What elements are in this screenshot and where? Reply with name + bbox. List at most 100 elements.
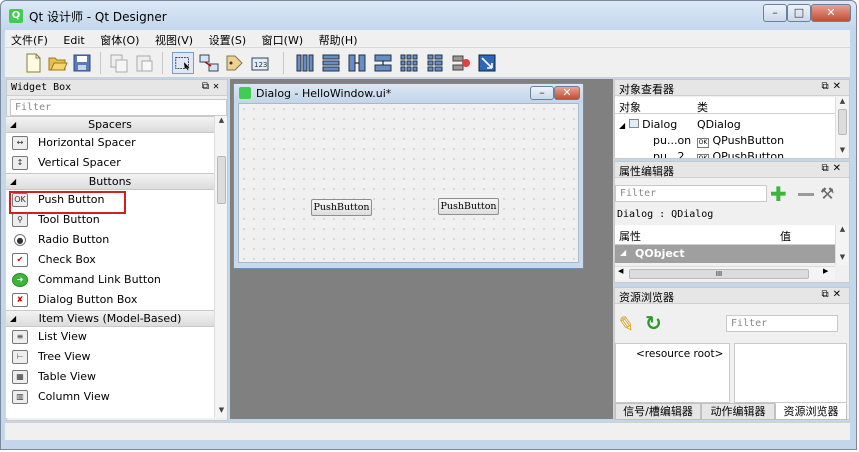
menu-help[interactable]: 帮助(H) — [313, 30, 364, 48]
widget-list-scrollbar[interactable]: ▲ ▼ — [214, 116, 227, 418]
widget-label: Command Link Button — [38, 273, 161, 286]
adjust-size-icon[interactable] — [476, 52, 498, 74]
paste-icon[interactable] — [133, 52, 155, 74]
form-close-button[interactable]: ✕ — [554, 86, 580, 100]
resource-browser-title-text: 资源浏览器 — [619, 291, 674, 304]
column-header-value[interactable]: 值 — [780, 228, 791, 244]
maximize-button[interactable]: □ — [787, 4, 811, 22]
resource-tree: <resource root> — [615, 343, 730, 403]
new-file-icon[interactable] — [22, 52, 44, 74]
widget-label: Vertical Spacer — [38, 156, 121, 169]
vertical-spacer-icon: ↕ — [12, 156, 28, 170]
layout-vertical-icon[interactable] — [320, 52, 342, 74]
menu-window[interactable]: 窗口(W) — [256, 30, 309, 48]
object-name[interactable]: pu...on — [653, 134, 691, 147]
tab-resource-browser[interactable]: 资源浏览器 — [775, 403, 847, 420]
edit-buddies-icon[interactable] — [224, 52, 246, 74]
dock-float-close-buttons[interactable]: ⧉✕ — [821, 81, 845, 92]
widget-column-view[interactable]: ▥ Column View — [6, 387, 214, 407]
toolbar-separator — [100, 52, 101, 74]
scrollbar-thumb[interactable] — [217, 156, 226, 204]
widget-dialog-button-box[interactable]: ✘ Dialog Button Box — [6, 290, 214, 310]
layout-horizontal-icon[interactable] — [294, 52, 316, 74]
resource-filter-input[interactable]: Filter — [726, 315, 838, 332]
layout-grid-icon[interactable] — [398, 52, 420, 74]
scroll-down-arrow-icon[interactable]: ▼ — [836, 146, 849, 154]
category-spacers[interactable]: ◢ Spacers — [6, 116, 214, 133]
scrollbar-thumb[interactable]: III — [629, 269, 809, 279]
resource-root-item[interactable]: <resource root> — [636, 348, 723, 360]
menu-edit[interactable]: Edit — [57, 32, 90, 47]
dock-float-close-buttons[interactable]: ⧉✕ — [821, 289, 845, 300]
column-header-object[interactable]: 对象 — [619, 99, 641, 115]
break-layout-icon[interactable] — [450, 52, 472, 74]
menu-file[interactable]: 文件(F) — [5, 30, 54, 48]
table-view-icon: ▦ — [12, 370, 28, 384]
scroll-up-arrow-icon[interactable]: ▲ — [836, 225, 849, 233]
form-push-button-1[interactable]: PushButton — [311, 199, 372, 216]
widget-radio-button[interactable]: ● Radio Button — [6, 230, 214, 250]
scroll-up-arrow-icon[interactable]: ▲ — [215, 116, 228, 124]
object-inspector-scrollbar[interactable]: ▲ ▼ — [835, 97, 848, 158]
dock-float-close-buttons[interactable]: ⧉✕ — [821, 163, 845, 174]
minimize-button[interactable]: – — [763, 4, 787, 22]
menu-view[interactable]: 视图(V) — [149, 30, 199, 48]
form-push-button-2[interactable]: PushButton — [438, 198, 499, 215]
widget-tree-view[interactable]: ⊢ Tree View — [6, 347, 214, 367]
open-folder-icon[interactable] — [46, 52, 68, 74]
object-class: QPushButton — [712, 150, 785, 158]
form-minimize-button[interactable]: – — [530, 86, 554, 100]
property-editor-vscrollbar[interactable]: ▲ ▼ — [835, 225, 848, 265]
push-button-highlight-box — [9, 191, 126, 214]
menu-settings[interactable]: 设置(S) — [203, 30, 253, 48]
form-title-bar[interactable]: Dialog - HelloWindow.ui* – ✕ — [234, 84, 583, 103]
property-editor-hscrollbar[interactable]: ◀ III ▶ — [615, 266, 835, 280]
widget-filter-input[interactable]: Filter — [10, 99, 227, 116]
widget-list-view[interactable]: ≡ List View — [6, 327, 214, 347]
window-title: Qt 设计师 - Qt Designer — [29, 10, 167, 24]
object-inspector-header: 对象 类 — [615, 97, 835, 114]
edit-signals-icon[interactable] — [198, 52, 220, 74]
collapse-arrow-icon: ◢ — [10, 177, 17, 186]
add-dynamic-property-icon[interactable]: ✚ — [770, 184, 787, 204]
object-name[interactable]: pu...2 — [653, 150, 684, 158]
dock-float-close-buttons[interactable]: ⧉✕ — [202, 81, 223, 92]
widget-vertical-spacer[interactable]: ↕ Vertical Spacer — [6, 153, 214, 173]
scroll-down-arrow-icon[interactable]: ▼ — [215, 406, 228, 414]
property-group-qobject[interactable]: ◢ QObject — [615, 245, 835, 263]
widget-horizontal-spacer[interactable]: ↔ Horizontal Spacer — [6, 133, 214, 153]
form-canvas-grid[interactable]: PushButton PushButton — [238, 103, 579, 263]
column-header-property[interactable]: 属性 — [619, 228, 641, 244]
remove-dynamic-property-icon[interactable] — [798, 193, 814, 196]
layout-form-icon[interactable] — [424, 52, 446, 74]
column-header-class[interactable]: 类 — [697, 99, 708, 115]
layout-v-splitter-icon[interactable] — [372, 52, 394, 74]
property-editor-title: 属性编辑器 ⧉✕ — [615, 162, 849, 178]
configure-wrench-icon[interactable]: ⚒ — [820, 184, 834, 203]
scroll-left-arrow-icon[interactable]: ◀ — [618, 267, 623, 275]
widget-command-link-button[interactable]: ➜ Command Link Button — [6, 270, 214, 290]
category-buttons[interactable]: ◢ Buttons — [6, 173, 214, 190]
category-item-views[interactable]: ◢ Item Views (Model-Based) — [6, 310, 214, 327]
edit-tab-order-icon[interactable]: 123 — [250, 52, 272, 74]
reload-icon[interactable]: ↻ — [645, 311, 662, 335]
main-toolbar: 123 — [5, 48, 850, 78]
title-bar[interactable]: Q Qt 设计师 - Qt Designer – □ ✕ — [1, 1, 856, 31]
property-filter-input[interactable]: Filter — [615, 185, 767, 202]
tab-signal-slot-editor[interactable]: 信号/槽编辑器 — [615, 403, 701, 420]
tab-action-editor[interactable]: 动作编辑器 — [701, 403, 775, 420]
scroll-down-arrow-icon[interactable]: ▼ — [836, 253, 849, 261]
layout-h-splitter-icon[interactable] — [346, 52, 368, 74]
copy-icon[interactable] — [108, 52, 130, 74]
widget-table-view[interactable]: ▦ Table View — [6, 367, 214, 387]
edit-widgets-icon[interactable] — [172, 52, 194, 74]
scrollbar-thumb[interactable] — [838, 109, 847, 135]
close-button[interactable]: ✕ — [811, 4, 851, 22]
save-icon[interactable] — [71, 52, 93, 74]
scroll-right-arrow-icon[interactable]: ▶ — [823, 267, 828, 275]
widget-label: Tree View — [38, 350, 91, 363]
menu-form[interactable]: 窗体(O) — [94, 30, 145, 48]
tree-row-dialog[interactable]: ◢ Dialog — [619, 118, 677, 131]
widget-check-box[interactable]: ✔ Check Box — [6, 250, 214, 270]
scroll-up-arrow-icon[interactable]: ▲ — [836, 97, 849, 105]
